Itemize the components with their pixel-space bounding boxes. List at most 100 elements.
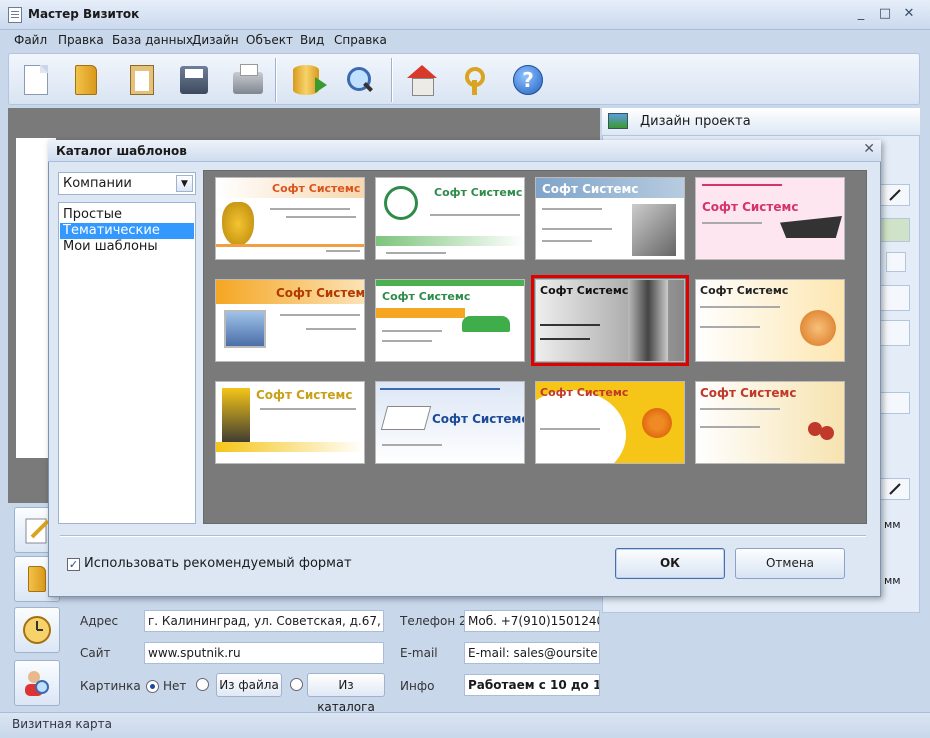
card-background-shape: [536, 390, 626, 463]
menu-help[interactable]: Справка: [334, 33, 387, 47]
recommended-format-checkbox[interactable]: ✓: [67, 558, 80, 571]
user-search-button[interactable]: [14, 660, 60, 706]
pen-button-2[interactable]: [880, 478, 910, 500]
dropdown-arrow[interactable]: [886, 252, 906, 272]
open-folder-icon: [75, 65, 97, 95]
radio-none[interactable]: [146, 680, 159, 693]
template-card[interactable]: Софт Системс: [695, 381, 845, 464]
card-company-name: Софт Системс: [272, 182, 361, 195]
app-icon: [8, 7, 22, 23]
toolbar-separator: [275, 58, 276, 102]
cancel-button[interactable]: Отмена: [735, 548, 845, 579]
dialog-separator: [60, 535, 866, 536]
right-panel-header: Дизайн проекта: [602, 108, 920, 136]
pen-button[interactable]: [880, 184, 910, 206]
right-field-2[interactable]: [880, 320, 910, 346]
clipboard-icon: [130, 65, 154, 95]
info-input[interactable]: Работаем с 10 до 18 ч: [464, 674, 600, 696]
card-company-name: Софт Системс: [702, 200, 799, 214]
pharmacy-icon: [384, 186, 418, 220]
from-file-button[interactable]: Из файла: [216, 673, 282, 697]
category-list: Простые Тематические Мои шаблоны: [58, 202, 196, 524]
category-item-simple[interactable]: Простые: [60, 207, 194, 223]
template-card[interactable]: Софт Системс: [695, 279, 845, 362]
radio-none-label: Нет: [163, 679, 187, 693]
help-icon: ?: [513, 65, 543, 95]
keys-icon: [461, 65, 491, 95]
clock-button[interactable]: [14, 607, 60, 653]
chevron-down-icon[interactable]: ▼: [176, 175, 193, 192]
menu-file[interactable]: Файл: [14, 33, 47, 47]
template-card[interactable]: Софт Системс: [215, 279, 365, 362]
paste-button[interactable]: [123, 61, 161, 99]
maximize-button[interactable]: □: [874, 5, 896, 23]
building-image: [632, 204, 676, 256]
menu-edit[interactable]: Правка: [58, 33, 104, 47]
color-swatch[interactable]: [880, 218, 910, 242]
search-button[interactable]: [341, 61, 379, 99]
home-button[interactable]: [403, 61, 441, 99]
menu-object[interactable]: Объект: [246, 33, 293, 47]
dialog-title: Каталог шаблонов: [56, 144, 187, 158]
card-company-name: Софт Системс: [276, 286, 365, 300]
template-card[interactable]: Софт Системс: [375, 279, 525, 362]
card-company-name: Софт Системс: [540, 386, 629, 399]
unit-label: мм: [884, 574, 901, 587]
database-export-icon: [293, 65, 327, 95]
template-card[interactable]: Софт Системс: [375, 381, 525, 464]
email-label: E-mail: [400, 646, 438, 660]
site-input[interactable]: www.sputnik.ru: [144, 642, 384, 664]
computer-image: [224, 310, 266, 348]
search-icon: [345, 65, 375, 95]
menu-database[interactable]: База данных: [112, 33, 193, 47]
card-company-name: Софт Системс: [434, 186, 523, 199]
phone2-input[interactable]: Моб. +7(910)1501240: [464, 610, 600, 632]
save-icon: [180, 66, 208, 94]
ok-button[interactable]: ОК: [615, 548, 725, 579]
dialog-close-button[interactable]: ✕: [863, 141, 875, 157]
template-card[interactable]: Софт Системс: [535, 177, 685, 260]
template-card[interactable]: Софт Системс: [215, 177, 365, 260]
save-button[interactable]: [175, 61, 213, 99]
cosmetics-image: [800, 310, 836, 346]
from-catalog-button[interactable]: Из каталога: [307, 673, 385, 714]
open-button[interactable]: [67, 61, 105, 99]
home-icon: [407, 65, 437, 96]
category-item-my-templates[interactable]: Мои шаблоны: [60, 239, 194, 255]
right-field-1[interactable]: [880, 285, 910, 311]
template-card-selected[interactable]: Софт Системс: [531, 275, 689, 366]
card-company-name: Софт Системс: [256, 388, 353, 402]
template-card[interactable]: Софт Системс: [375, 177, 525, 260]
card-company-name: Софт Системс: [382, 290, 471, 303]
minimize-button[interactable]: _: [850, 5, 872, 23]
menu-view[interactable]: Вид: [300, 33, 324, 47]
radio-from-file[interactable]: [196, 678, 209, 691]
card-company-name: Софт Системс: [700, 386, 797, 400]
email-input[interactable]: E-mail: sales@oursite.com: [464, 642, 600, 664]
clock-icon: [23, 616, 51, 644]
menu-design[interactable]: Дизайн: [192, 33, 239, 47]
template-card[interactable]: Софт Системс: [215, 381, 365, 464]
database-button[interactable]: [287, 61, 327, 99]
help-button[interactable]: ?: [509, 61, 547, 99]
close-button[interactable]: ✕: [898, 5, 920, 23]
address-input[interactable]: г. Калининград, ул. Советская, д.67, оф.…: [144, 610, 384, 632]
recommended-format-label: Использовать рекомендуемый формат: [84, 556, 352, 571]
pen-icon: [889, 483, 901, 495]
card-company-name: Софт Системс: [540, 284, 629, 297]
new-document-button[interactable]: [17, 61, 55, 99]
template-card[interactable]: Софт Системс: [535, 381, 685, 464]
category-item-thematic[interactable]: Тематические: [60, 223, 194, 239]
card-company-name: Софт Системс: [432, 412, 525, 426]
template-card[interactable]: Софт Системс: [695, 177, 845, 260]
category-select[interactable]: Компании ▼: [58, 172, 196, 195]
book-image: [380, 406, 432, 430]
address-label: Адрес: [80, 614, 119, 628]
flower-image: [642, 408, 672, 438]
radio-from-catalog[interactable]: [290, 678, 303, 691]
print-button[interactable]: [229, 61, 267, 99]
open-image-button[interactable]: [880, 392, 910, 414]
coat-of-arms-icon: [222, 202, 254, 246]
keys-button[interactable]: [457, 61, 495, 99]
pen-icon: [889, 189, 901, 201]
